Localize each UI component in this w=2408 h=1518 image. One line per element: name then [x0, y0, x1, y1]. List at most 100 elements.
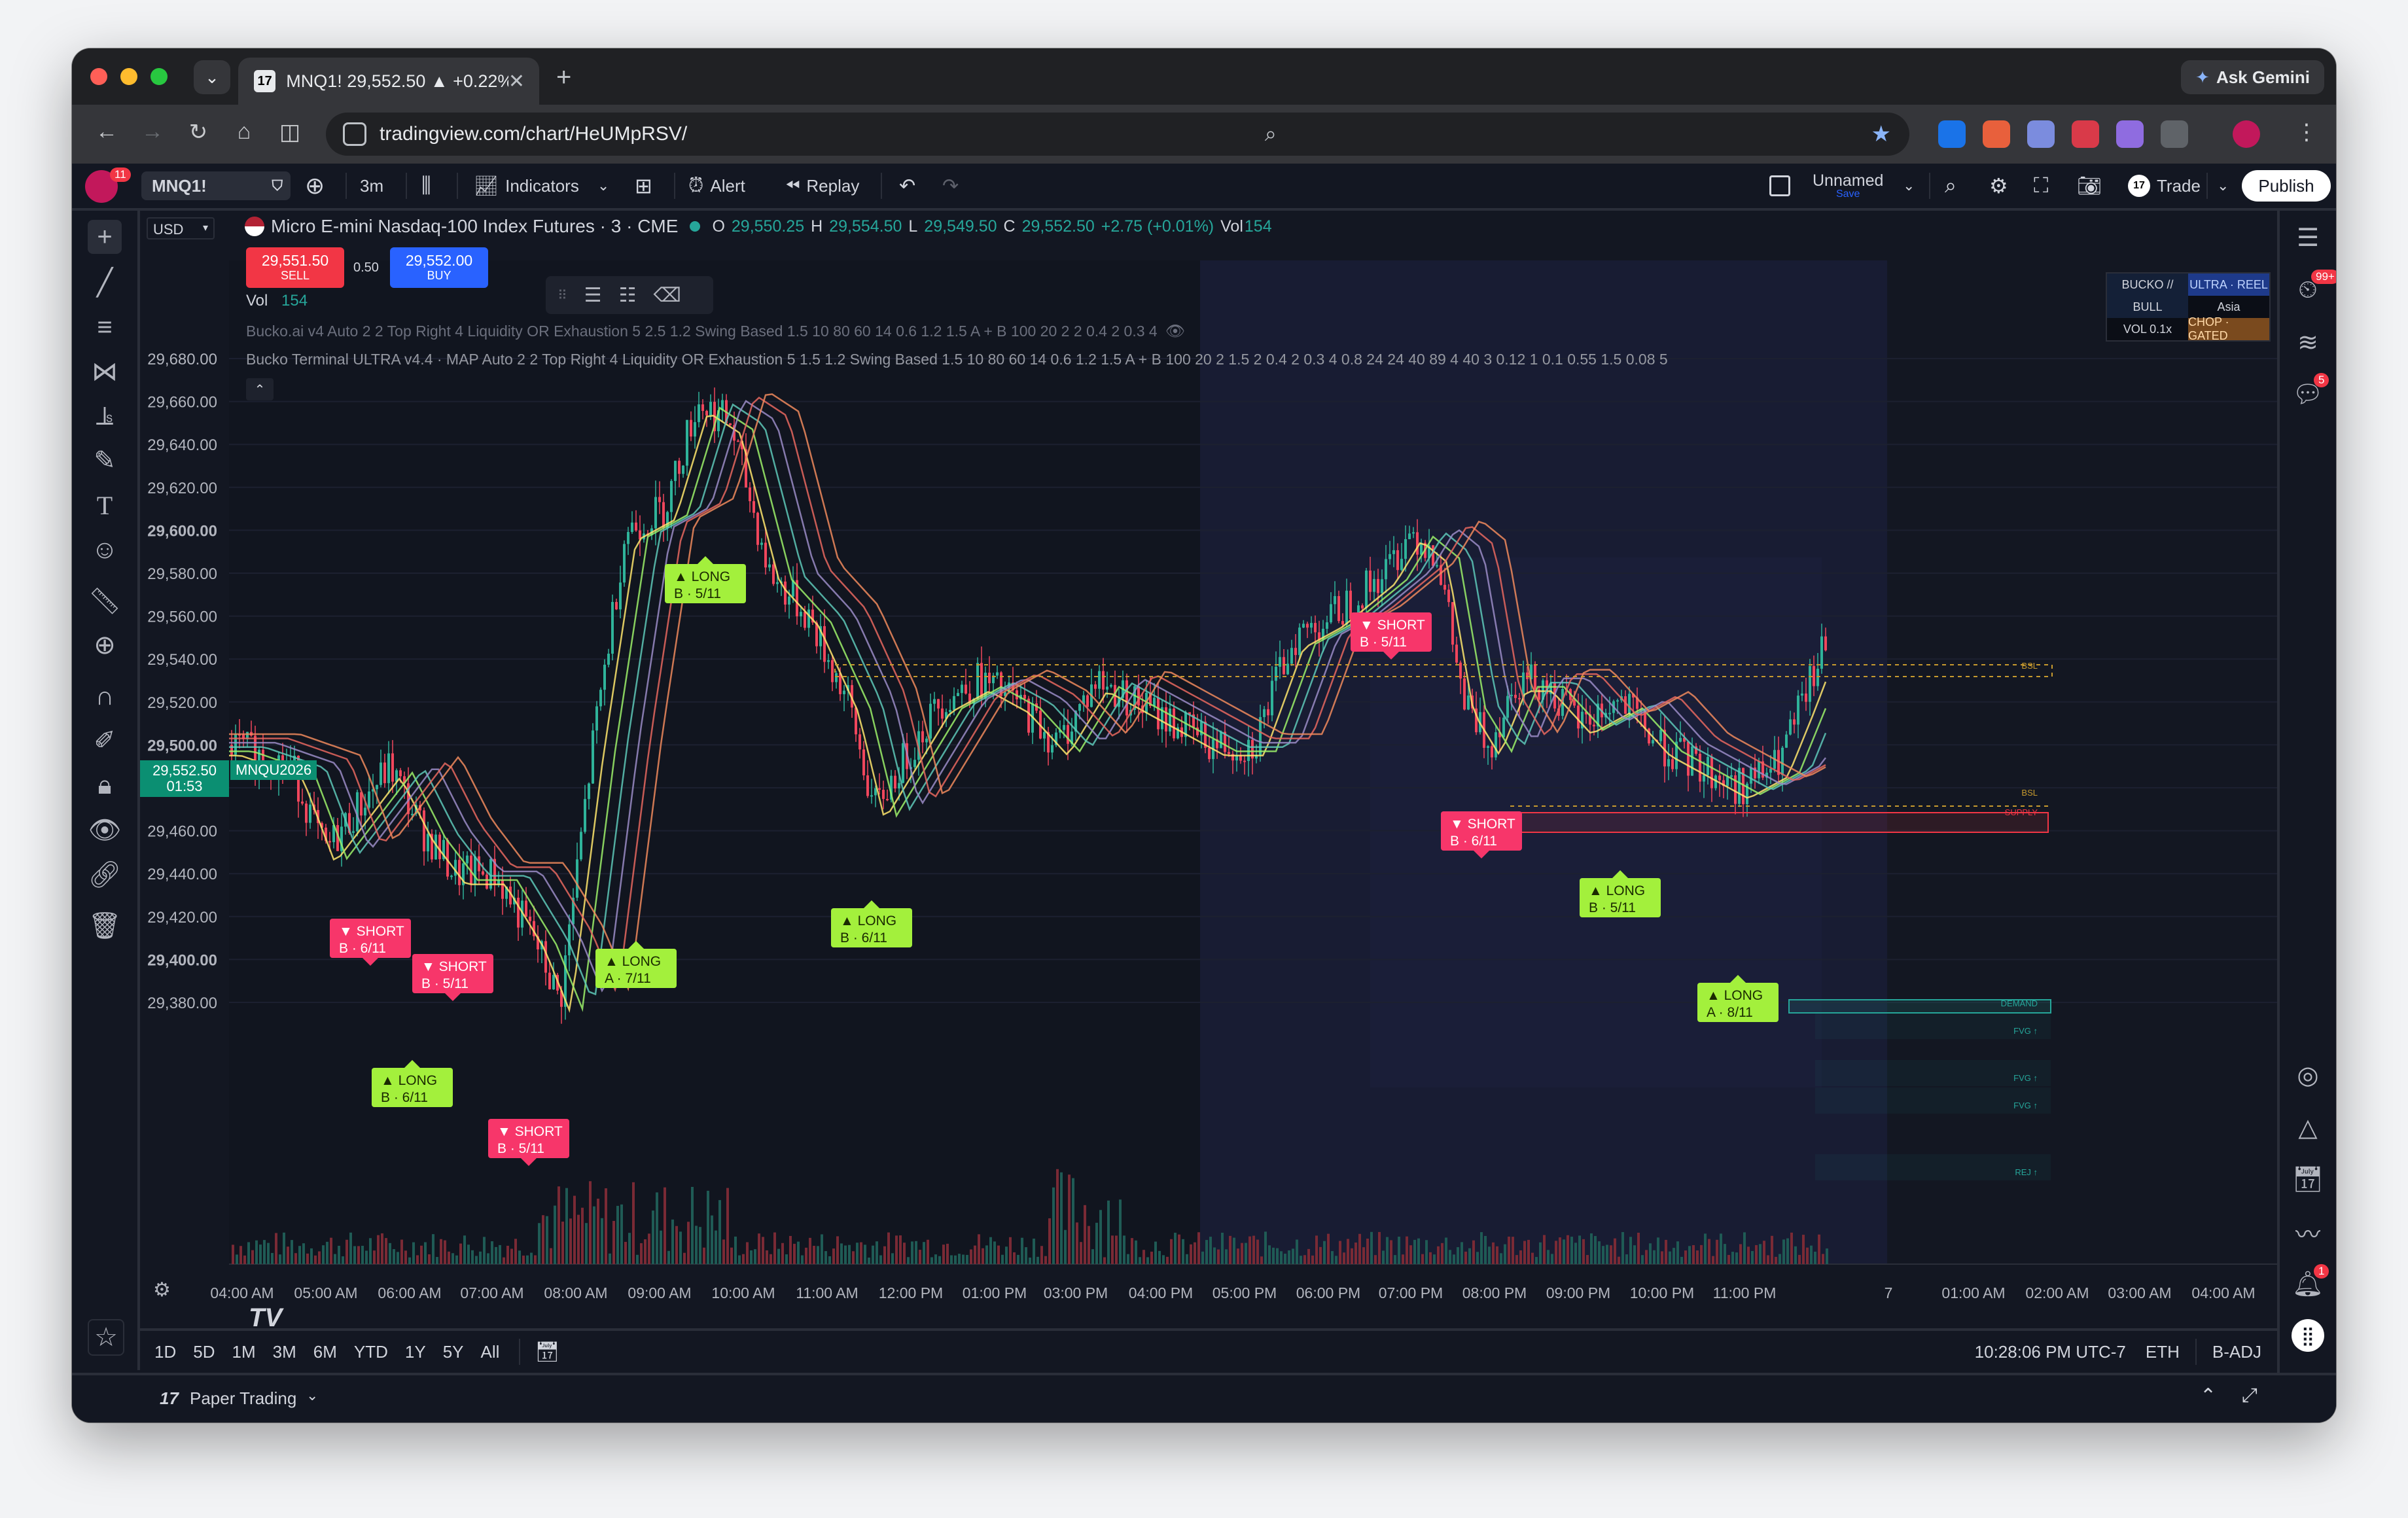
- layers-icon[interactable]: ≋: [2292, 326, 2324, 359]
- watchlist-icon[interactable]: ☰: [2292, 221, 2324, 254]
- indicator-legend-1[interactable]: Bucko.ai v4 Auto 2 2 Top Right 4 Liquidi…: [246, 322, 1185, 341]
- compare-symbol-button[interactable]: ⊕: [305, 164, 325, 208]
- eye-icon[interactable]: 👁︎: [88, 813, 122, 847]
- link-icon[interactable]: 🔗︎: [88, 857, 122, 891]
- range-3m[interactable]: 3M: [273, 1342, 296, 1362]
- indicator-templates-button[interactable]: ⊞: [635, 164, 652, 208]
- download-extension-icon[interactable]: [1938, 120, 1966, 148]
- go-to-date-icon[interactable]: 📅︎: [535, 1341, 559, 1364]
- extension-icon-fox[interactable]: [1983, 120, 2010, 148]
- more-menu-icon[interactable]: ⋮: [2292, 119, 2322, 145]
- currency-select[interactable]: USD ▾: [147, 217, 215, 239]
- session-toggle[interactable]: ETH: [2146, 1342, 2180, 1362]
- symbol-title[interactable]: Micro E-mini Nasdaq-100 Index Futures · …: [271, 216, 678, 237]
- redo-button[interactable]: ↷: [942, 164, 959, 208]
- forward-arrow-icon[interactable]: →: [137, 119, 168, 145]
- interval-button[interactable]: 3m: [360, 164, 383, 208]
- site-info-icon[interactable]: [343, 122, 366, 146]
- browser-tab[interactable]: 17 MNQ1! 29,552.50 ▲ +0.22% ✕: [238, 58, 539, 105]
- trash-icon[interactable]: 🗑︎: [88, 908, 122, 942]
- range-6m[interactable]: 6M: [313, 1342, 337, 1362]
- split-view-icon[interactable]: ◫: [275, 119, 305, 145]
- fullscreen-button[interactable]: ⛶: [2034, 164, 2048, 208]
- trade-button[interactable]: 17 Trade: [2128, 171, 2201, 200]
- paper-trading-tab[interactable]: Paper Trading: [190, 1388, 296, 1409]
- stay-drawing-icon[interactable]: ✐: [88, 724, 122, 758]
- crosshair-icon[interactable]: +: [88, 220, 122, 254]
- range-5d[interactable]: 5D: [193, 1342, 215, 1362]
- extension-icon-cloud[interactable]: [2027, 120, 2055, 148]
- layout-toggle-button[interactable]: [1769, 164, 1790, 208]
- range-5y[interactable]: 5Y: [443, 1342, 464, 1362]
- maximize-panel-icon[interactable]: ⤢: [2242, 1385, 2258, 1407]
- close-tab-icon[interactable]: ✕: [508, 70, 525, 93]
- text-icon[interactable]: T: [88, 488, 122, 522]
- broadcast-icon[interactable]: 〰: [2292, 1216, 2324, 1249]
- ruler-icon[interactable]: 📏︎: [88, 584, 122, 618]
- brush-icon[interactable]: ✎: [88, 444, 122, 478]
- bookmark-star-icon[interactable]: ★: [1871, 121, 1891, 147]
- calendar-icon[interactable]: 📅︎: [2292, 1163, 2324, 1196]
- reload-icon[interactable]: ↻: [183, 119, 213, 145]
- publish-button[interactable]: Publish: [2242, 170, 2331, 202]
- extensions-puzzle-icon[interactable]: [2161, 120, 2188, 148]
- magnet-icon[interactable]: ∩: [88, 679, 122, 713]
- apps-grid-icon[interactable]: ⣿: [2292, 1319, 2324, 1352]
- sell-button[interactable]: 29,551.50 SELL: [246, 247, 344, 288]
- maximize-window-button[interactable]: [150, 68, 168, 85]
- range-1m[interactable]: 1M: [232, 1342, 256, 1362]
- extension-icon-drop[interactable]: [2116, 120, 2144, 148]
- url-field[interactable]: tradingview.com/chart/HeUMpRSV/ ⌕ ★: [326, 113, 1909, 156]
- chevron-down-icon[interactable]: ⌄: [306, 1387, 318, 1404]
- volume-legend[interactable]: Vol 154: [246, 292, 308, 310]
- pine-editor-icon[interactable]: △: [2292, 1111, 2324, 1144]
- projection-icon[interactable]: ⫡: [88, 399, 122, 433]
- target-icon[interactable]: ◎: [2292, 1059, 2324, 1091]
- indicator-legend-2[interactable]: Bucko Terminal ULTRA v4.4 · MAP Auto 2 2…: [246, 351, 1668, 368]
- data-window-icon[interactable]: ☷: [619, 284, 637, 307]
- range-1d[interactable]: 1D: [154, 1342, 176, 1362]
- lock-icon[interactable]: 🔒︎: [88, 768, 122, 802]
- back-arrow-icon[interactable]: ←: [92, 119, 122, 145]
- adjustment-toggle[interactable]: B-ADJ: [2212, 1342, 2261, 1362]
- symbol-search-input[interactable]: MNQ1! ⛉: [141, 171, 291, 200]
- clock-text[interactable]: 10:28:06 PM UTC-7: [1975, 1342, 2126, 1362]
- chevron-up-icon[interactable]: ⌃: [2200, 1385, 2216, 1407]
- pattern-icon[interactable]: ⋈: [88, 355, 122, 389]
- time-axis-settings-icon[interactable]: ⚙: [153, 1279, 171, 1301]
- fib-retracement-icon[interactable]: ≡: [88, 310, 122, 344]
- settings-button[interactable]: ⚙: [1989, 164, 2008, 208]
- ask-gemini-button[interactable]: ✦ Ask Gemini: [2181, 60, 2324, 94]
- quick-search-button[interactable]: ⌕: [1945, 164, 1956, 208]
- zoom-icon[interactable]: ⌕: [1265, 122, 1277, 147]
- range-ytd[interactable]: YTD: [354, 1342, 388, 1362]
- range-all[interactable]: All: [481, 1342, 500, 1362]
- trade-menu-button[interactable]: ⌄: [2217, 164, 2229, 208]
- undo-button[interactable]: ↶: [899, 164, 915, 208]
- layout-name-button[interactable]: Unnamed Save: [1813, 164, 1883, 208]
- chart-type-button[interactable]: ⫼: [421, 164, 431, 208]
- layout-menu-button[interactable]: ⌄: [1903, 164, 1915, 208]
- trend-line-icon[interactable]: ╱: [88, 266, 122, 300]
- tab-search-button[interactable]: ⌄: [194, 60, 230, 94]
- range-1y[interactable]: 1Y: [405, 1342, 426, 1362]
- emoji-icon[interactable]: ☺: [88, 533, 122, 567]
- drag-handle-icon[interactable]: ⠿: [558, 287, 567, 304]
- buy-button[interactable]: 29,552.00 BUY: [390, 247, 488, 288]
- chart-area[interactable]: 29,680.00 29,660.00 29,640.00 29,620.00 29,6…: [140, 211, 2277, 1332]
- indicators-button[interactable]: 📈︎ Indicators ⌄: [474, 164, 609, 208]
- minimize-window-button[interactable]: [120, 68, 137, 85]
- favorites-star-icon[interactable]: ☆: [88, 1319, 124, 1356]
- new-tab-button[interactable]: +: [556, 63, 571, 92]
- hidden-eye-icon[interactable]: 👁︎: [1165, 322, 1185, 341]
- zoom-in-icon[interactable]: ⊕: [88, 628, 122, 662]
- alert-button[interactable]: ⏰︎ Alert: [688, 164, 745, 208]
- snapshot-button[interactable]: 📷︎: [2077, 164, 2102, 208]
- profile-avatar[interactable]: [2233, 120, 2260, 148]
- price-chart[interactable]: 29,680.00 29,660.00 29,640.00 29,620.00 29,6…: [140, 211, 2277, 1328]
- extension-icon-arrow[interactable]: [2072, 120, 2099, 148]
- home-icon[interactable]: ⌂: [229, 119, 259, 145]
- replay-button[interactable]: ⏪︎ Replay: [785, 164, 859, 208]
- collapse-legend-button[interactable]: ⌃: [246, 378, 274, 400]
- close-window-button[interactable]: [90, 68, 107, 85]
